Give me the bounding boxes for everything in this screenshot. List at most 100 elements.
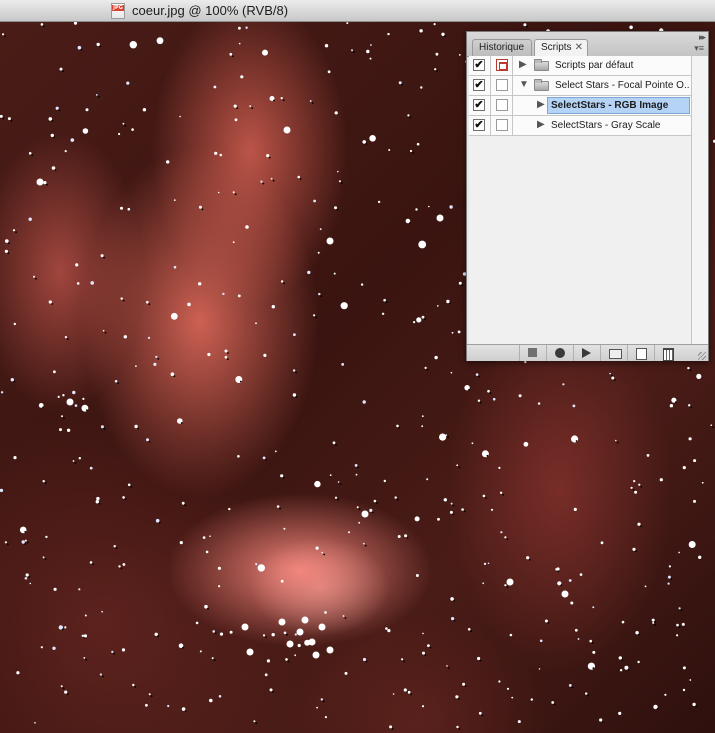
new-action-button[interactable] [627, 345, 654, 361]
star [293, 333, 296, 336]
tab-scripts[interactable]: Scripts ✕ [534, 39, 588, 56]
star [693, 499, 696, 503]
star [446, 299, 450, 304]
enable-checkbox[interactable]: ✔ [473, 59, 485, 71]
star [262, 456, 266, 460]
star [271, 305, 275, 309]
star [450, 371, 453, 374]
expanded-arrow-icon[interactable]: ▼ [519, 79, 529, 90]
star [477, 399, 481, 402]
bright-star [296, 628, 304, 636]
star [100, 254, 104, 258]
selection-marker [7, 242, 10, 245]
star [7, 117, 11, 121]
list-item[interactable]: ✔ ▶ SelectStars - RGB Image [469, 96, 691, 116]
selection-marker [31, 154, 34, 157]
collapsed-arrow-icon[interactable]: ▶ [519, 59, 527, 70]
star [638, 483, 641, 486]
selection-marker [640, 525, 642, 528]
dialog-toggle-icon[interactable] [496, 99, 508, 111]
star [95, 500, 100, 504]
dialog-toggle-icon[interactable] [496, 119, 508, 131]
star [313, 314, 316, 317]
selection-marker [279, 507, 281, 510]
star [66, 428, 71, 432]
selection-marker [148, 440, 151, 443]
close-icon[interactable]: ✕ [575, 42, 583, 53]
list-item-label: SelectStars - RGB Image [551, 100, 669, 111]
star [274, 450, 277, 453]
star [681, 622, 685, 626]
star [83, 657, 86, 659]
star [0, 114, 3, 118]
star [506, 687, 510, 690]
dialog-toggle-icon[interactable] [496, 59, 508, 71]
record-button[interactable] [546, 345, 573, 361]
star [467, 628, 471, 631]
star [632, 547, 636, 551]
star [234, 118, 238, 122]
star [451, 617, 455, 621]
star [664, 693, 667, 696]
tab-historique-label: Historique [479, 42, 525, 53]
selection-marker [286, 633, 288, 636]
list-item[interactable]: ✔ ▶ SelectStars - Gray Scale [469, 116, 691, 136]
selection-marker [712, 426, 715, 429]
star [13, 456, 17, 460]
star [599, 718, 603, 722]
collapse-panel-icon[interactable]: ▸▸ [699, 32, 706, 43]
star [83, 634, 87, 638]
star [457, 330, 461, 334]
scrollbar[interactable] [691, 56, 708, 346]
selection-marker [695, 705, 697, 708]
selection-marker [365, 660, 368, 663]
star [401, 658, 404, 661]
resize-grip[interactable] [698, 352, 706, 360]
star [313, 199, 316, 203]
star [385, 627, 388, 630]
star [219, 153, 223, 157]
bright-star [318, 623, 326, 631]
tab-historique[interactable]: Historique [472, 39, 532, 56]
panel-menu-icon[interactable]: ▾≡ [694, 43, 704, 54]
selection-marker [287, 660, 290, 663]
star [207, 352, 211, 357]
enable-checkbox[interactable]: ✔ [473, 119, 485, 131]
selection-marker [272, 179, 275, 182]
star [421, 415, 424, 418]
star [320, 698, 323, 701]
selection-marker [632, 488, 635, 491]
star [556, 567, 560, 571]
star [55, 106, 59, 110]
star [89, 466, 93, 470]
new-set-button[interactable] [600, 345, 627, 361]
collapsed-arrow-icon[interactable]: ▶ [537, 99, 545, 110]
new-item-icon [636, 348, 647, 360]
enable-checkbox[interactable]: ✔ [473, 99, 485, 111]
star [334, 111, 338, 115]
star [52, 646, 56, 650]
enable-checkbox[interactable]: ✔ [473, 79, 485, 91]
star [456, 725, 459, 729]
star [592, 650, 596, 654]
list-item[interactable]: ✔ ▼ Select Stars - Focal Pointe O... [469, 76, 691, 96]
selection-marker [43, 25, 45, 28]
selection-marker [62, 70, 64, 72]
collapsed-arrow-icon[interactable]: ▶ [537, 119, 545, 130]
play-button[interactable] [573, 345, 600, 361]
star [85, 108, 89, 112]
selection-marker [86, 409, 88, 412]
stop-button[interactable] [519, 345, 546, 361]
star [260, 180, 263, 183]
window-title-bar[interactable]: JPG coeur.jpg @ 100% (RVB/8) [0, 0, 715, 22]
star [354, 464, 358, 467]
selection-marker [680, 609, 683, 612]
dialog-toggle-icon[interactable] [496, 79, 508, 91]
file-badge: JPG [112, 5, 124, 11]
star [407, 114, 410, 117]
star [24, 577, 28, 580]
selection-marker [322, 700, 325, 703]
selection-marker [315, 316, 317, 319]
delete-button[interactable] [654, 345, 681, 361]
list-item[interactable]: ✔ ▶ Scripts par défaut [469, 56, 691, 76]
